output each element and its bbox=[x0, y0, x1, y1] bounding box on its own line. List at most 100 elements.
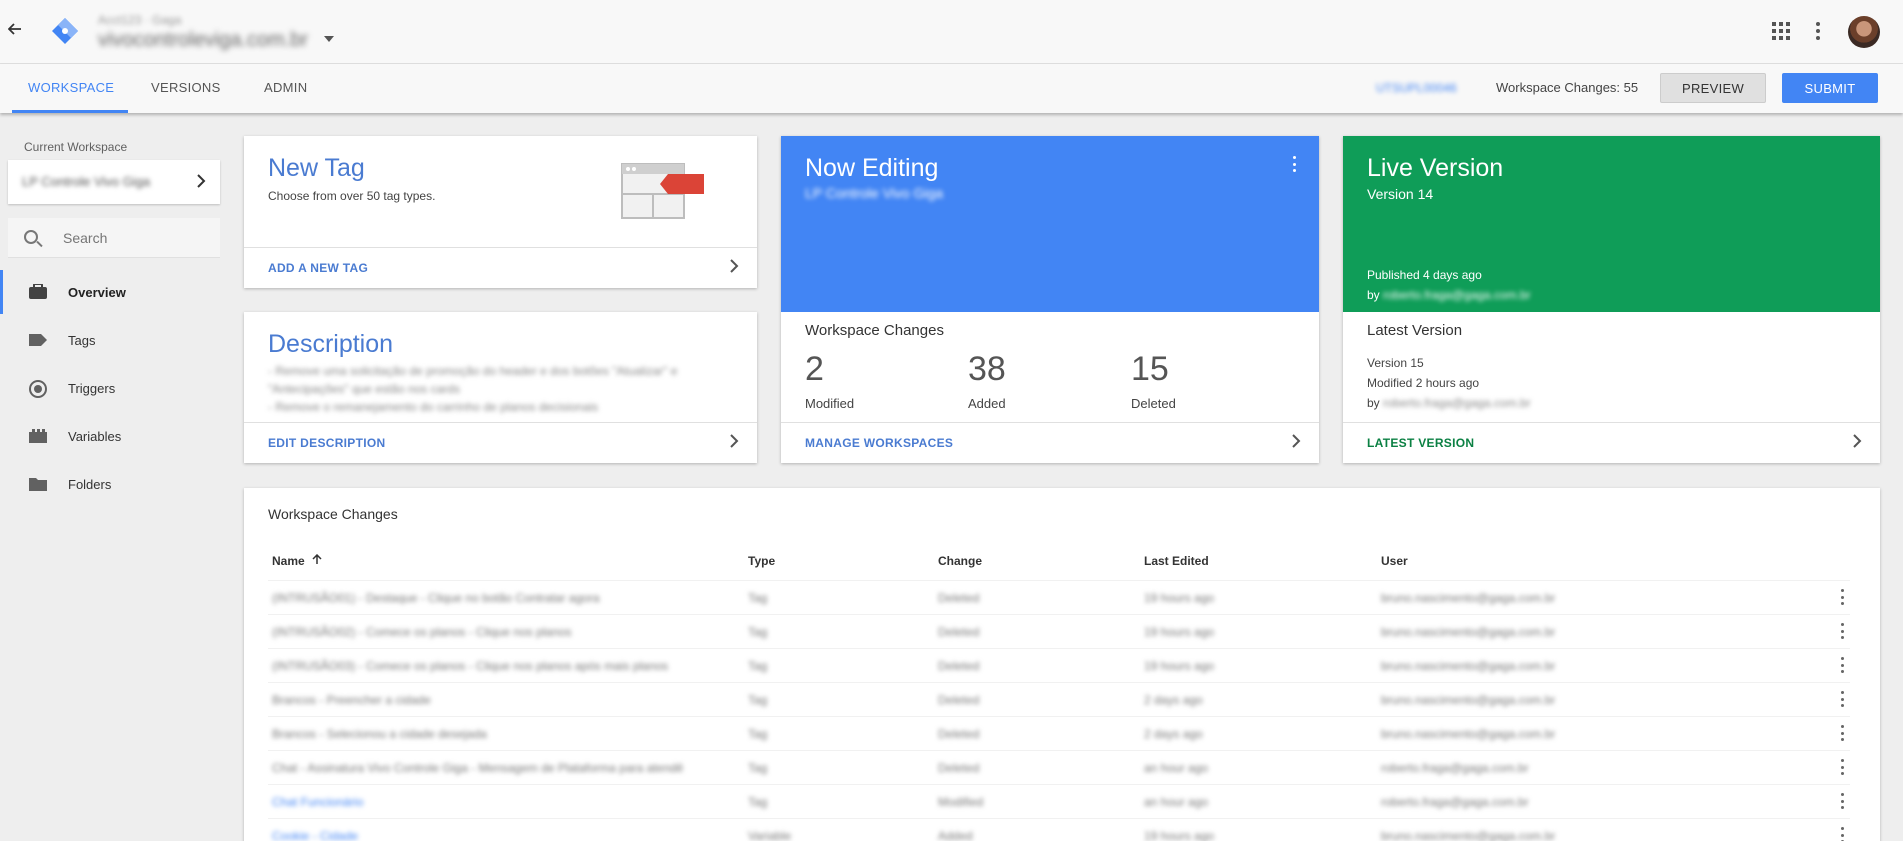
table-row[interactable]: Chat Funcionário Tag Modified an hour ago ro… bbox=[268, 784, 1850, 818]
cell-name[interactable]: (INTRUSÃO01) - Destaque - Clique no botã… bbox=[272, 591, 600, 605]
table-row[interactable]: Brancos - Selecionou a cidade desejada Ta… bbox=[268, 716, 1850, 750]
variables-icon bbox=[28, 428, 48, 444]
cell-name[interactable]: (INTRUSÃO03) - Comece os planos - Clique… bbox=[272, 659, 668, 673]
live-version-header: Live Version Version 14 Published 4 days… bbox=[1343, 136, 1880, 312]
apps-grid-icon[interactable] bbox=[1772, 22, 1790, 40]
sidebar-item-label: Folders bbox=[68, 477, 112, 492]
cell-change: Deleted bbox=[938, 625, 980, 639]
sidebar-item-tags[interactable]: Tags bbox=[0, 318, 230, 362]
avatar[interactable] bbox=[1848, 16, 1880, 48]
add-new-tag-label: ADD A NEW TAG bbox=[268, 261, 369, 275]
table-row[interactable]: Brancos - Preencher a cidade Tag Deleted 2 … bbox=[268, 682, 1850, 716]
workspace-id-link[interactable]: UTSUPL00046 bbox=[1376, 81, 1457, 95]
sidebar-item-overview[interactable]: Overview bbox=[0, 270, 230, 314]
sidebar-item-variables[interactable]: Variables bbox=[0, 414, 230, 458]
column-header-user[interactable]: User bbox=[1381, 554, 1408, 568]
table-row[interactable]: (INTRUSÃO01) - Destaque - Clique no botã… bbox=[268, 580, 1850, 614]
new-tag-illustration-icon bbox=[620, 162, 706, 225]
row-more-vert-icon[interactable] bbox=[1841, 589, 1845, 605]
column-header-type[interactable]: Type bbox=[748, 554, 775, 568]
cell-user: roberto.fraga@gaga.com.br bbox=[1381, 795, 1529, 809]
cell-name[interactable]: Cookie - Cidade bbox=[272, 829, 358, 841]
submit-button[interactable]: SUBMIT bbox=[1782, 73, 1878, 103]
cell-name[interactable]: Chat Funcionário bbox=[272, 795, 363, 809]
sidebar-item-label: Variables bbox=[68, 429, 122, 444]
back-arrow-icon[interactable] bbox=[7, 20, 28, 44]
cell-name[interactable]: Chat - Assinatura Vivo Controle Giga - M… bbox=[272, 761, 683, 775]
row-more-vert-icon[interactable] bbox=[1841, 793, 1845, 809]
new-tag-subtitle: Choose from over 50 tag types. bbox=[268, 189, 436, 203]
description-line: "Antecipações" que estão nos cards bbox=[268, 382, 460, 396]
now-editing-title: Now Editing bbox=[805, 154, 939, 182]
column-header-last-edited[interactable]: Last Edited bbox=[1144, 554, 1209, 568]
modified-count: 2 bbox=[805, 350, 824, 388]
cell-type: Tag bbox=[748, 659, 768, 673]
manage-workspaces-link[interactable]: MANAGE WORKSPACES bbox=[781, 422, 1319, 463]
active-tab-indicator bbox=[12, 110, 128, 113]
more-vert-icon[interactable] bbox=[1293, 156, 1297, 172]
cell-user: roberto.fraga@gaga.com.br bbox=[1381, 761, 1529, 775]
tab-versions[interactable]: VERSIONS bbox=[151, 80, 221, 95]
latest-modified-time: Modified 2 hours ago bbox=[1367, 376, 1480, 390]
cell-edited: 2 days ago bbox=[1144, 693, 1203, 707]
current-workspace-name: LP Controle Vivo Giga bbox=[22, 174, 151, 189]
sidebar-item-triggers[interactable]: Triggers bbox=[0, 366, 230, 410]
cell-name[interactable]: Brancos - Preencher a cidade bbox=[272, 693, 431, 707]
cell-type: Tag bbox=[748, 795, 768, 809]
new-tag-card[interactable]: New Tag Choose from over 50 tag types. A… bbox=[244, 136, 757, 288]
cell-change: Modified bbox=[938, 795, 984, 809]
now-editing-header: Now Editing LP Controle Vivo Giga bbox=[781, 136, 1319, 312]
cell-change: Deleted bbox=[938, 727, 980, 741]
description-title: Description bbox=[268, 330, 394, 358]
chevron-right-icon bbox=[729, 432, 739, 453]
column-header-label: Name bbox=[272, 554, 305, 568]
column-header-change[interactable]: Change bbox=[938, 554, 982, 568]
workspace-changes-table-card: Workspace Changes Name Type Change Last … bbox=[244, 488, 1880, 841]
tab-admin[interactable]: ADMIN bbox=[264, 80, 307, 95]
edit-description-label: EDIT DESCRIPTION bbox=[268, 436, 386, 450]
search-box[interactable]: Search bbox=[8, 218, 220, 258]
cell-type: Tag bbox=[748, 693, 768, 707]
now-editing-card: Now Editing LP Controle Vivo Giga Worksp… bbox=[781, 136, 1319, 463]
table-row[interactable]: Cookie - Cidade Variable Added 19 hours ago… bbox=[268, 818, 1850, 841]
now-editing-workspace: LP Controle Vivo Giga bbox=[805, 185, 944, 201]
table-row[interactable]: Chat - Assinatura Vivo Controle Giga - M… bbox=[268, 750, 1850, 784]
row-more-vert-icon[interactable] bbox=[1841, 827, 1845, 841]
current-workspace-selector[interactable]: LP Controle Vivo Giga bbox=[8, 160, 220, 204]
search-input[interactable]: Search bbox=[63, 230, 107, 246]
row-more-vert-icon[interactable] bbox=[1841, 657, 1845, 673]
tab-workspace[interactable]: WORKSPACE bbox=[28, 80, 114, 95]
table-row[interactable]: (INTRUSÃO02) - Comece os planos - Clique… bbox=[268, 614, 1850, 648]
row-more-vert-icon[interactable] bbox=[1841, 691, 1845, 707]
live-version-number: Version 14 bbox=[1367, 186, 1434, 202]
current-workspace-label: Current Workspace bbox=[24, 140, 128, 154]
latest-version-link[interactable]: LATEST VERSION bbox=[1343, 422, 1880, 463]
column-header-name[interactable]: Name bbox=[272, 553, 322, 568]
cell-type: Tag bbox=[748, 591, 768, 605]
row-more-vert-icon[interactable] bbox=[1841, 759, 1845, 775]
cell-type: Tag bbox=[748, 761, 768, 775]
cell-change: Deleted bbox=[938, 693, 980, 707]
cell-edited: an hour ago bbox=[1144, 795, 1209, 809]
cell-name[interactable]: (INTRUSÃO02) - Comece os planos - Clique… bbox=[272, 625, 571, 639]
container-dropdown-icon[interactable] bbox=[324, 36, 334, 42]
workspace-changes-heading: Workspace Changes bbox=[805, 322, 944, 339]
preview-button[interactable]: PREVIEW bbox=[1660, 73, 1766, 103]
cell-name[interactable]: Brancos - Selecionou a cidade desejada bbox=[272, 727, 487, 741]
cell-edited: 19 hours ago bbox=[1144, 625, 1215, 639]
cell-user: bruno.nascimento@gaga.com.br bbox=[1381, 625, 1556, 639]
trigger-icon bbox=[28, 380, 48, 398]
cell-type: Variable bbox=[748, 829, 792, 841]
add-new-tag-link[interactable]: ADD A NEW TAG bbox=[244, 247, 757, 288]
cell-edited: 19 hours ago bbox=[1144, 829, 1215, 841]
sidebar-item-folders[interactable]: Folders bbox=[0, 462, 230, 506]
row-more-vert-icon[interactable] bbox=[1841, 725, 1845, 741]
table-row[interactable]: (INTRUSÃO03) - Comece os planos - Clique… bbox=[268, 648, 1850, 682]
description-line: - Remove o remanejamento do carrinho de … bbox=[268, 400, 599, 414]
sidebar-item-label: Overview bbox=[68, 285, 126, 300]
cell-change: Added bbox=[938, 829, 973, 841]
container-name[interactable]: vivocontroleviga.com.br bbox=[98, 29, 308, 52]
edit-description-link[interactable]: EDIT DESCRIPTION bbox=[244, 422, 757, 463]
more-vert-icon[interactable] bbox=[1816, 22, 1820, 40]
row-more-vert-icon[interactable] bbox=[1841, 623, 1845, 639]
